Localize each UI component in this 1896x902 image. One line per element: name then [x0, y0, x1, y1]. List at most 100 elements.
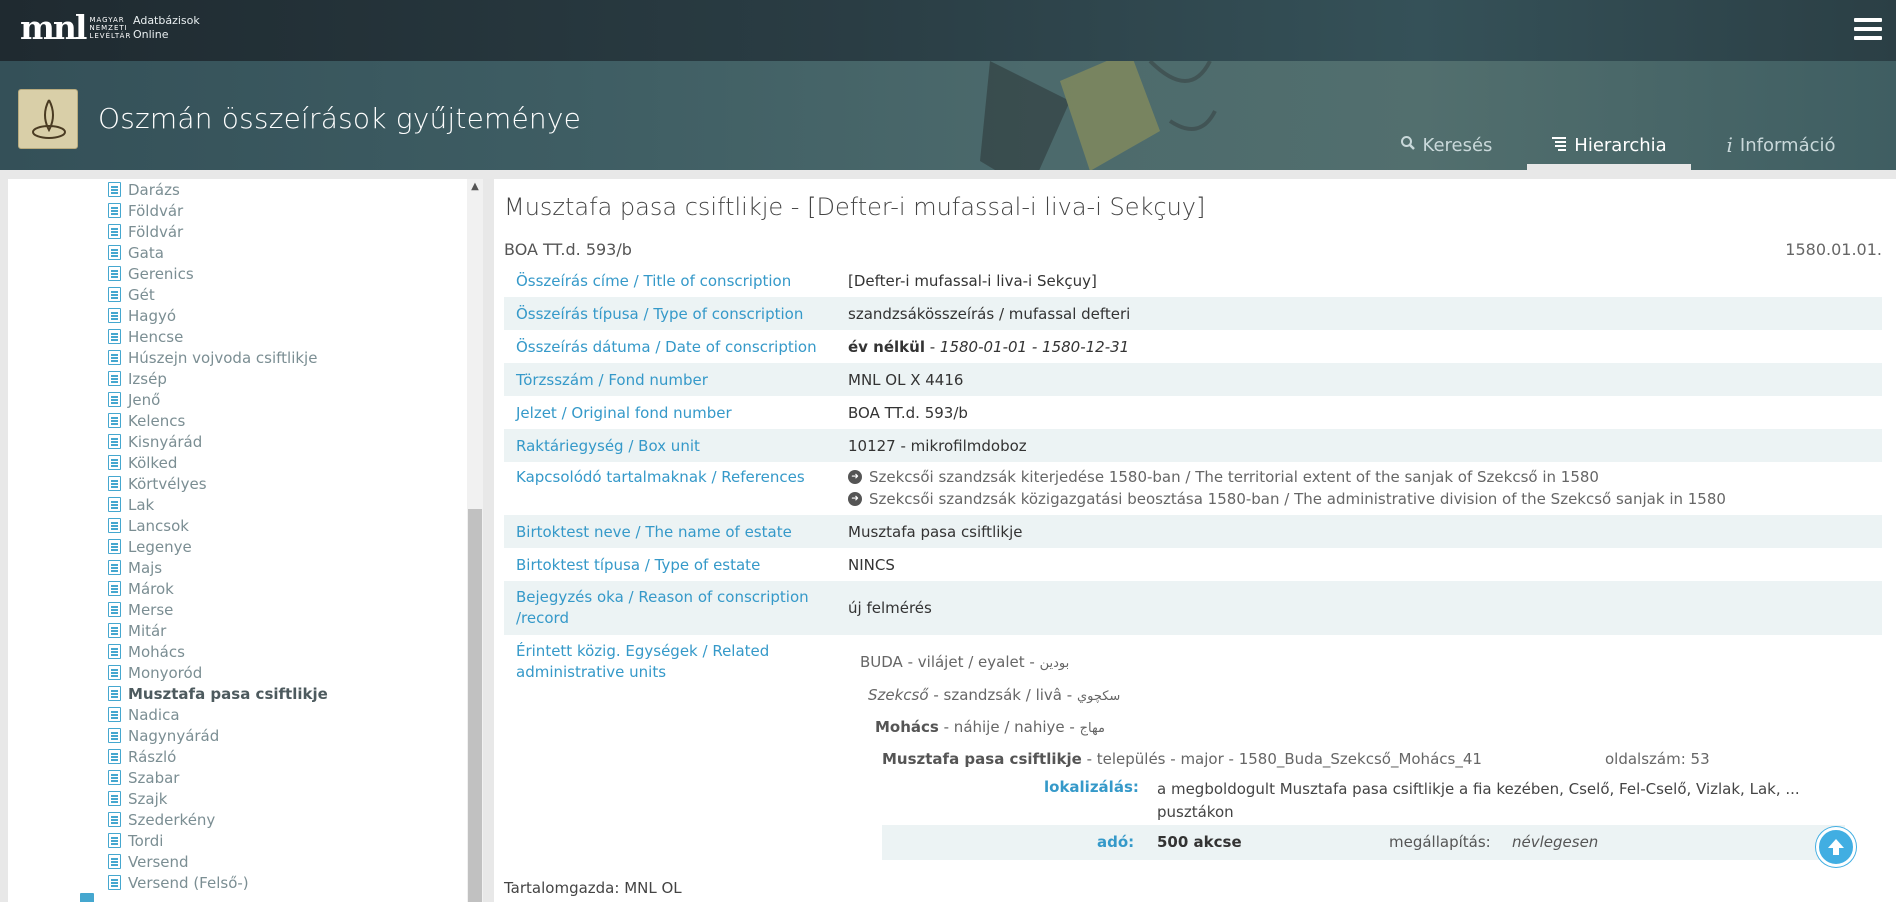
tree-item[interactable]: Márok [108, 578, 328, 599]
scrollbar-thumb[interactable] [468, 509, 482, 902]
tree-item[interactable]: Szajk [108, 788, 328, 809]
reference-link[interactable]: ➜ Szekcsői szandzsák közigazgatási beosz… [848, 488, 1882, 510]
field-row-references: Kapcsolódó tartalmaknak / References ➜ S… [504, 462, 1882, 515]
field-label: Összeírás dátuma / Date of conscription [516, 337, 817, 356]
field-row-estate-name: Birtoktest neve / The name of estate Mus… [504, 515, 1882, 548]
tree-item[interactable]: Gerenics [108, 263, 328, 284]
tree-item[interactable]: Versend [108, 851, 328, 872]
document-icon [108, 812, 121, 827]
field-row-fond: Törzsszám / Fond number MNL OL X 4416 [504, 363, 1882, 396]
tree-item[interactable]: Jenő [108, 389, 328, 410]
tree-item[interactable]: Lancsok [108, 515, 328, 536]
tree-item[interactable]: Körtvélyes [108, 473, 328, 494]
field-row-admin-units: Érintett közig. Egységek / Related admin… [504, 635, 1882, 865]
tree-item[interactable]: Mitár [108, 620, 328, 641]
references-list: ➜ Szekcsői szandzsák kiterjedése 1580-ba… [848, 468, 1882, 510]
tree-item[interactable]: Legenye [108, 536, 328, 557]
hierarchy-sidebar: Darázs Földvár Földvár Gata Gerenics Gét Hagyó… [8, 179, 483, 902]
date-separator: - [924, 337, 940, 356]
tree-item[interactable]: Húszejn vojvoda csiftlikje [108, 347, 328, 368]
tree-item[interactable]: Monyoród [108, 662, 328, 683]
scroll-up-arrow-icon[interactable]: ▲ [467, 179, 483, 195]
tree-item[interactable]: Földvár [108, 200, 328, 221]
tree-item[interactable]: Tordi [108, 830, 328, 851]
tree-item[interactable]: Szabar [108, 767, 328, 788]
tree-item[interactable]: Merse [108, 599, 328, 620]
tree-item[interactable]: Szederkény [108, 809, 328, 830]
tab-search[interactable]: Keresés [1365, 120, 1527, 170]
field-label: Bejegyzés oka / Reason of conscription /… [516, 588, 809, 627]
tree-item[interactable]: Lak [108, 494, 328, 515]
tree-item-label: Földvár [128, 201, 184, 220]
document-icon [108, 413, 121, 428]
tree-item-label: Nadica [128, 705, 180, 724]
tree-item[interactable]: Darázs [108, 179, 328, 200]
tree-item[interactable]: Nagynyárád [108, 725, 328, 746]
document-icon [108, 350, 121, 365]
top-bar: mnl Magyar Nemzeti Levéltár Adatbázisok … [0, 0, 1896, 61]
field-label: Összeírás címe / Title of conscription [516, 271, 792, 290]
tab-hierarchy[interactable]: Hierarchia [1527, 120, 1691, 170]
field-row-box: Raktáriegység / Box unit 10127 - mikrofi… [504, 429, 1882, 462]
field-label: Birtoktest típusa / Type of estate [516, 555, 761, 574]
unit-level-4: Musztafa pasa csiftlikje - település - m… [882, 750, 1482, 768]
tree-item[interactable]: Gata [108, 242, 328, 263]
arrow-right-circle-icon: ➜ [848, 470, 862, 484]
tree-item[interactable]: Hencse [108, 326, 328, 347]
tree-item[interactable]: Földvár [108, 221, 328, 242]
unit-arabic: سکچوي [1076, 689, 1121, 704]
tree-item-label: Mitár [128, 621, 167, 640]
document-icon [108, 728, 121, 743]
field-value: BOA TT.d. 593/b [848, 403, 968, 422]
tree-item[interactable]: Kölked [108, 452, 328, 473]
field-value: 10127 - mikrofilmdoboz [848, 436, 1027, 455]
subtitle-line-2: Online [133, 28, 169, 41]
field-label: Kapcsolódó tartalmaknak / References [516, 468, 805, 486]
tree-item-label: Kölked [128, 453, 178, 472]
unit-arabic: بودين [1039, 656, 1070, 671]
tree-item[interactable]: Gét [108, 284, 328, 305]
tree-item-label: Földvár [128, 222, 184, 241]
tree-item[interactable]: Kelencs [108, 410, 328, 431]
tree-item-label: Musztafa pasa csiftlikje [128, 684, 328, 703]
document-icon [108, 560, 121, 575]
field-label: Érintett közig. Egységek / Related admin… [516, 642, 770, 681]
tree-item[interactable]: Nadica [108, 704, 328, 725]
finding-value: névlegesen [1512, 833, 1599, 851]
tree-item-label: Versend [128, 852, 189, 871]
tree-item[interactable]: Mohács [108, 641, 328, 662]
tree-item-label: Kisnyárád [128, 432, 203, 451]
tree-item-label: Izsép [128, 369, 167, 388]
tree-item-label: Márok [128, 579, 174, 598]
field-label: Birtoktest neve / The name of estate [516, 522, 792, 541]
field-label: Raktáriegység / Box unit [516, 436, 700, 455]
mnl-logo[interactable]: mnl Magyar Nemzeti Levéltár [20, 11, 137, 45]
tree-item[interactable]: Musztafa pasa csiftlikje [108, 683, 328, 704]
tree-item[interactable]: Rászló [108, 746, 328, 767]
folder-icon [80, 893, 94, 902]
tree-item[interactable]: Izsép [108, 368, 328, 389]
tree-item[interactable]: Versend (Felső-) [108, 872, 328, 893]
tree-next-folder[interactable] [80, 893, 100, 902]
tab-information[interactable]: i Információ [1691, 120, 1871, 170]
tree-item[interactable]: Majs [108, 557, 328, 578]
hierarchy-tree: Darázs Földvár Földvár Gata Gerenics Gét Hagyó… [108, 179, 328, 893]
document-icon [108, 833, 121, 848]
arrow-right-circle-icon: ➜ [848, 492, 862, 506]
reference-link[interactable]: ➜ Szekcsői szandzsák kiterjedése 1580-ba… [848, 466, 1882, 488]
record-date: 1580.01.01. [1785, 240, 1882, 259]
document-icon [108, 518, 121, 533]
document-icon [108, 497, 121, 512]
sidebar-scrollbar[interactable]: ▲ [467, 179, 483, 902]
unit-type: - település - major - 1580_Buda_Szekcső_… [1081, 750, 1482, 768]
tree-item[interactable]: Kisnyárád [108, 431, 328, 452]
date-range: 1580-01-01 - 1580-12-31 [939, 337, 1130, 356]
tree-item-label: Szabar [128, 768, 180, 787]
record-detail: Musztafa pasa csiftlikje - [Defter-i muf… [494, 179, 1896, 902]
back-to-top-button[interactable] [1816, 827, 1856, 867]
document-icon [108, 581, 121, 596]
tab-information-label: Információ [1739, 134, 1836, 156]
tree-item[interactable]: Hagyó [108, 305, 328, 326]
tree-item-label: Gata [128, 243, 164, 262]
hamburger-menu-icon[interactable] [1854, 18, 1882, 42]
